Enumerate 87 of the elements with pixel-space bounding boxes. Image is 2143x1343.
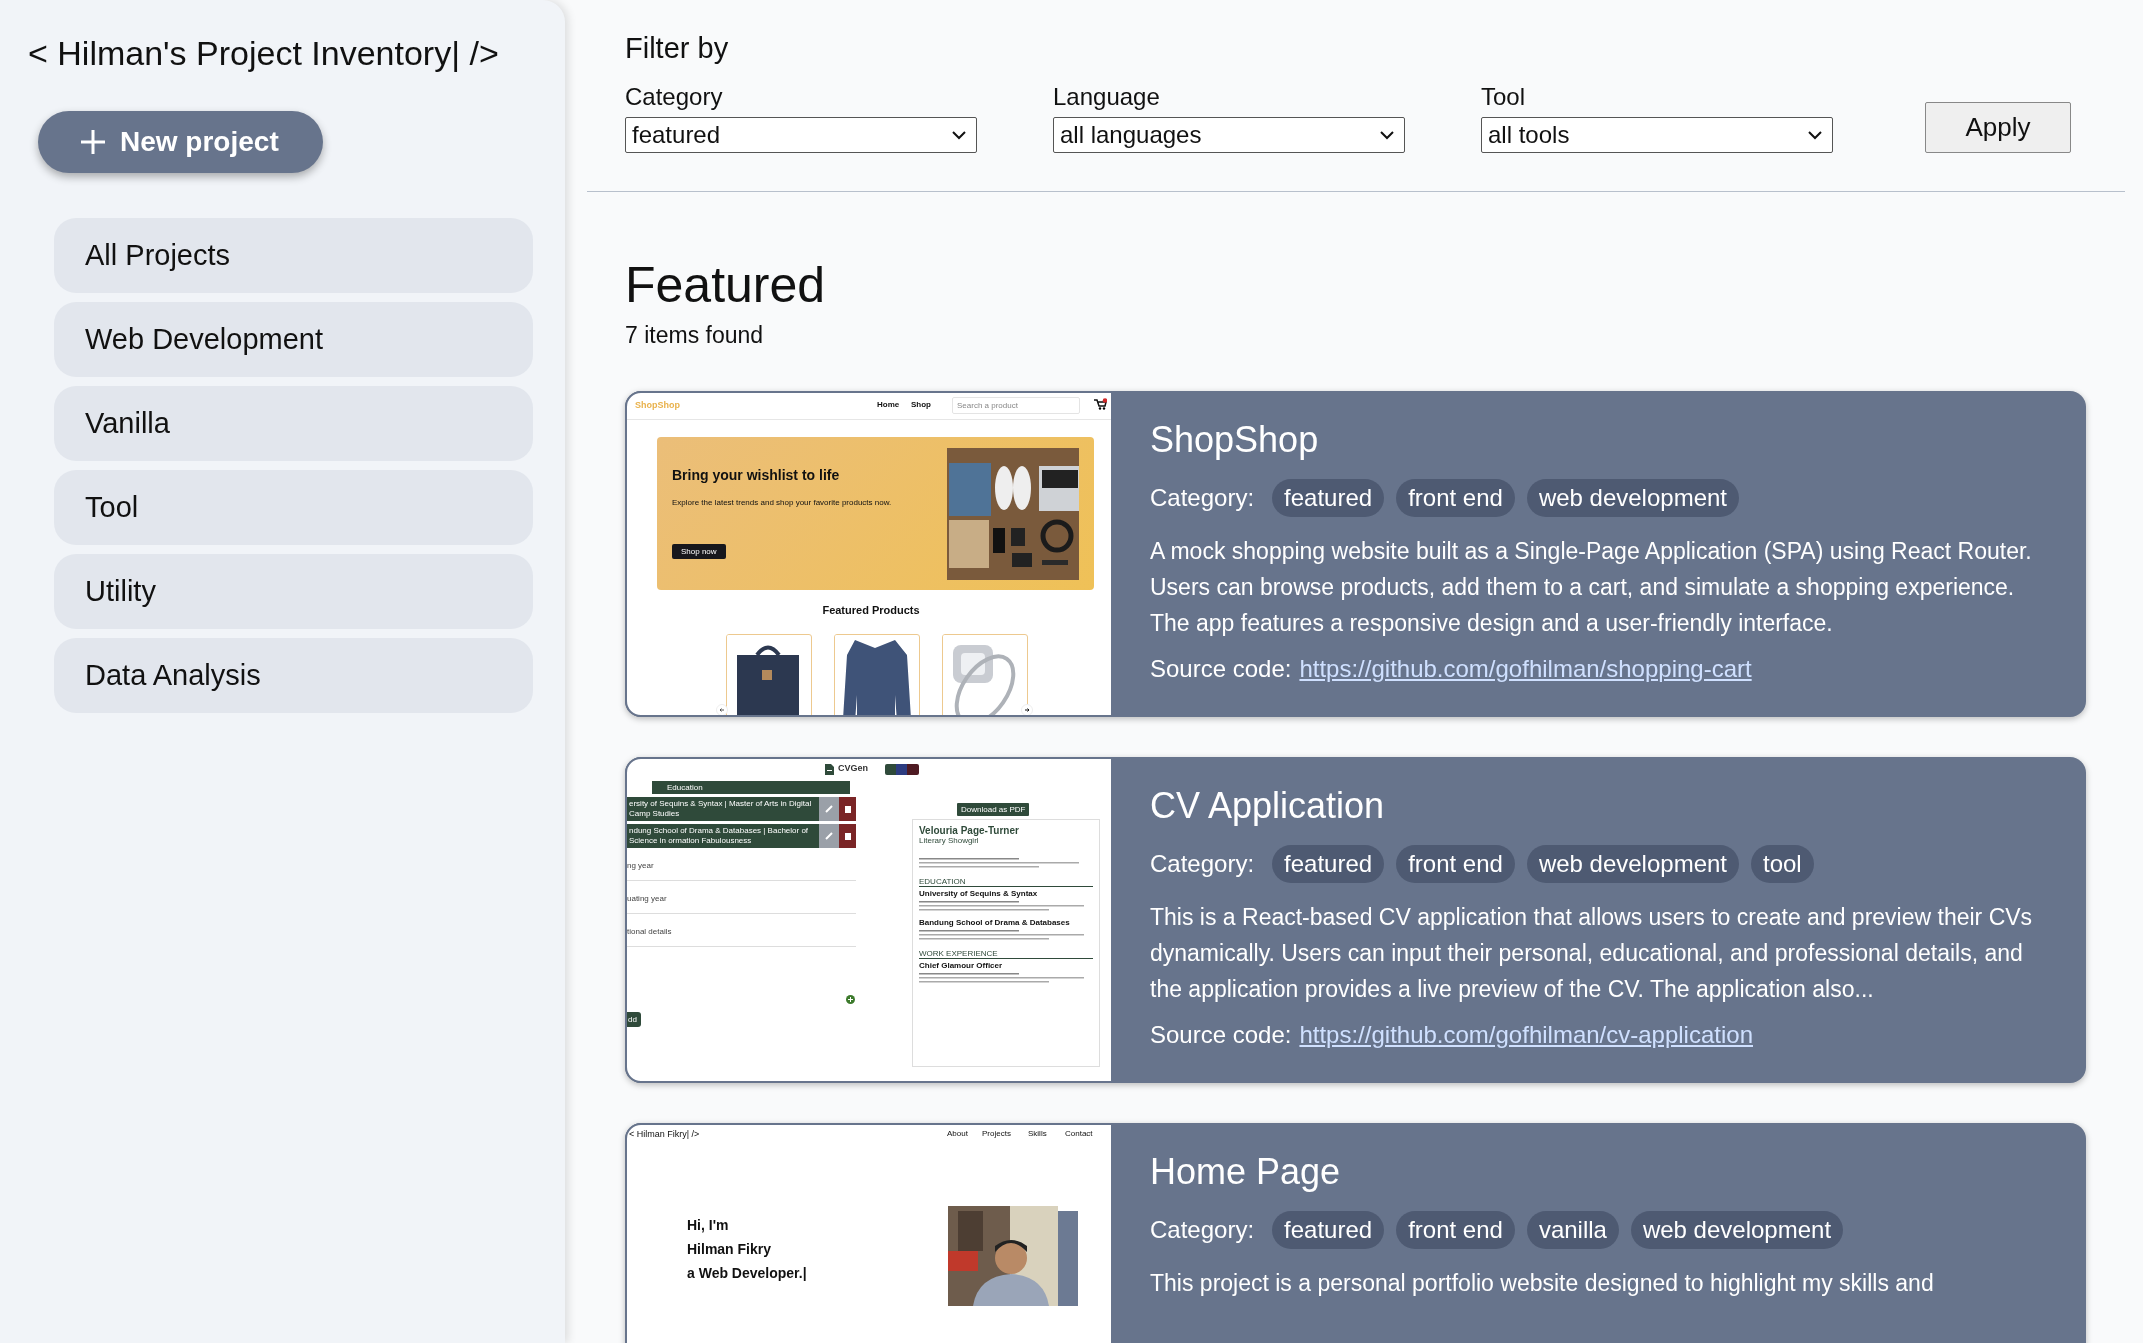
project-title: ShopShop: [1150, 419, 1320, 461]
apply-button[interactable]: Apply: [1925, 102, 2071, 153]
field-label: uating year: [627, 894, 856, 914]
new-project-button[interactable]: New project: [38, 111, 323, 173]
add-button[interactable]: dd: [627, 1012, 641, 1027]
hero-title: Bring your wishlist to life: [672, 467, 840, 483]
theme-switcher[interactable]: [885, 764, 919, 775]
cv-entry-title: University of Sequins & Syntax: [919, 889, 1039, 898]
category-tag[interactable]: tool: [1751, 845, 1814, 883]
sidebar-item[interactable]: Data Analysis: [54, 638, 533, 713]
results-count: 7 items found: [625, 322, 765, 349]
category-tag[interactable]: web development: [1526, 845, 1739, 883]
sidebar-item[interactable]: All Projects: [54, 218, 533, 293]
section-title: Featured Products: [821, 604, 921, 616]
nav-link[interactable]: Projects: [982, 1129, 1011, 1138]
site-logo[interactable]: < Hilman Fikry| />: [629, 1129, 700, 1139]
category-tag[interactable]: featured: [1272, 1211, 1385, 1249]
field-label: Language: [1053, 83, 1161, 111]
category-tag[interactable]: front end: [1396, 479, 1515, 517]
category-label: Category:: [1150, 1216, 1255, 1244]
caret-icon: [1808, 130, 1822, 140]
caret-icon: [1380, 130, 1394, 140]
shop-now-button[interactable]: Shop now: [672, 544, 726, 559]
filter-heading: Filter by: [625, 32, 730, 65]
cv-role: Literary Showgirl: [919, 836, 980, 845]
nav-link[interactable]: Shop: [911, 400, 931, 409]
pencil-icon: [825, 832, 833, 840]
entry-row[interactable]: ndung School of Drama & Databases | Bachelor of Science in ormation Fabulousness: [627, 824, 819, 848]
sidebar-item[interactable]: Tool: [54, 470, 533, 545]
field-label: tional details: [627, 927, 856, 947]
cv-section-heading: EDUCATION: [919, 877, 1093, 887]
results-heading: Featured: [625, 256, 827, 314]
source-link[interactable]: https://github.com/gofhilman/cv-application: [1299, 1021, 1753, 1049]
cv-section-heading: WORK EXPERIENCE: [919, 949, 1093, 959]
trash-icon: [844, 805, 851, 813]
project-title: CV Application: [1150, 785, 1386, 827]
document-icon: [825, 764, 834, 775]
field-label: Tool: [1481, 83, 1527, 111]
cv-entry-title: Chief Glamour Officer: [919, 961, 1004, 970]
hero-text: a Web Developer.|: [687, 1265, 807, 1281]
category-label: Category:: [1150, 850, 1255, 878]
download-button[interactable]: Download as PDF: [957, 803, 1030, 816]
category-tag[interactable]: front end: [1396, 1211, 1515, 1249]
delete-button[interactable]: [839, 797, 856, 821]
nav-link[interactable]: Skills: [1028, 1129, 1047, 1138]
project-title: Home Page: [1150, 1151, 1342, 1193]
category-tag[interactable]: web development: [1630, 1211, 1844, 1249]
entry-row[interactable]: ersity of Sequins & Syntax | Master of Arts in Digital Camp Studies: [627, 797, 819, 821]
app-title: CVGen: [838, 763, 868, 773]
trash-icon: [844, 832, 851, 840]
field-label: Category: [625, 83, 724, 111]
pencil-icon: [825, 805, 833, 813]
cv-name: Velouria Page-Turner: [919, 825, 1020, 836]
caret-icon: [952, 130, 966, 140]
hero-text: Hilman Fikry: [687, 1241, 772, 1257]
source-label: Source code:: [1150, 655, 1292, 683]
sidebar-item[interactable]: Web Development: [54, 302, 533, 377]
section-tab[interactable]: Education: [652, 781, 850, 794]
plus-icon: [846, 995, 855, 1004]
delete-button[interactable]: [839, 824, 856, 848]
sidebar-item[interactable]: Vanilla: [54, 386, 533, 461]
app-title: < Hilman's Project Inventory| />: [28, 34, 500, 73]
project-description: A mock shopping website built as a Single-Page Application (SPA) using React Router. Users can browse products, add them to a cart, and simulate a shopping experience. The app features a responsive design and a user-friendly interface.: [1150, 537, 2033, 638]
category-tag[interactable]: featured: [1272, 479, 1385, 517]
dropdown[interactable]: all languages: [1053, 117, 1405, 153]
category-tag[interactable]: web development: [1526, 479, 1739, 517]
search-field[interactable]: Search a product: [952, 397, 1080, 414]
dropdown[interactable]: featured: [625, 117, 977, 153]
source-label: Source code:: [1150, 1021, 1292, 1049]
category-tag[interactable]: front end: [1396, 845, 1515, 883]
plus-icon: [80, 129, 106, 155]
cv-entry-title: Bandung School of Drama & Databases: [919, 918, 1071, 927]
category-label: Category:: [1150, 484, 1255, 512]
category-tag[interactable]: featured: [1272, 845, 1385, 883]
source-link[interactable]: https://github.com/gofhilman/shopping-cart: [1299, 655, 1752, 683]
nav-link[interactable]: About: [947, 1129, 968, 1138]
category-tag[interactable]: vanilla: [1526, 1211, 1619, 1249]
nav-link[interactable]: Contact: [1065, 1129, 1093, 1138]
hero-text: Hi, I'm: [687, 1217, 729, 1233]
nav-link[interactable]: Home: [877, 400, 900, 409]
hero-text: Explore the latest trends and shop your favorite products now.: [672, 497, 893, 508]
dropdown[interactable]: all tools: [1481, 117, 1833, 153]
sidebar-item[interactable]: Utility: [54, 554, 533, 629]
cart-icon: [1093, 398, 1107, 410]
project-description: This project is a personal portfolio website designed to highlight my skills and: [1150, 1269, 1935, 1298]
field-label: ng year: [627, 861, 856, 881]
project-description: This is a React-based CV application that allows users to create and preview their CVs dynamically. Users can input their personal, educational, and professional details, and the application provides a live preview of the CV. The application also...: [1150, 903, 2034, 1004]
